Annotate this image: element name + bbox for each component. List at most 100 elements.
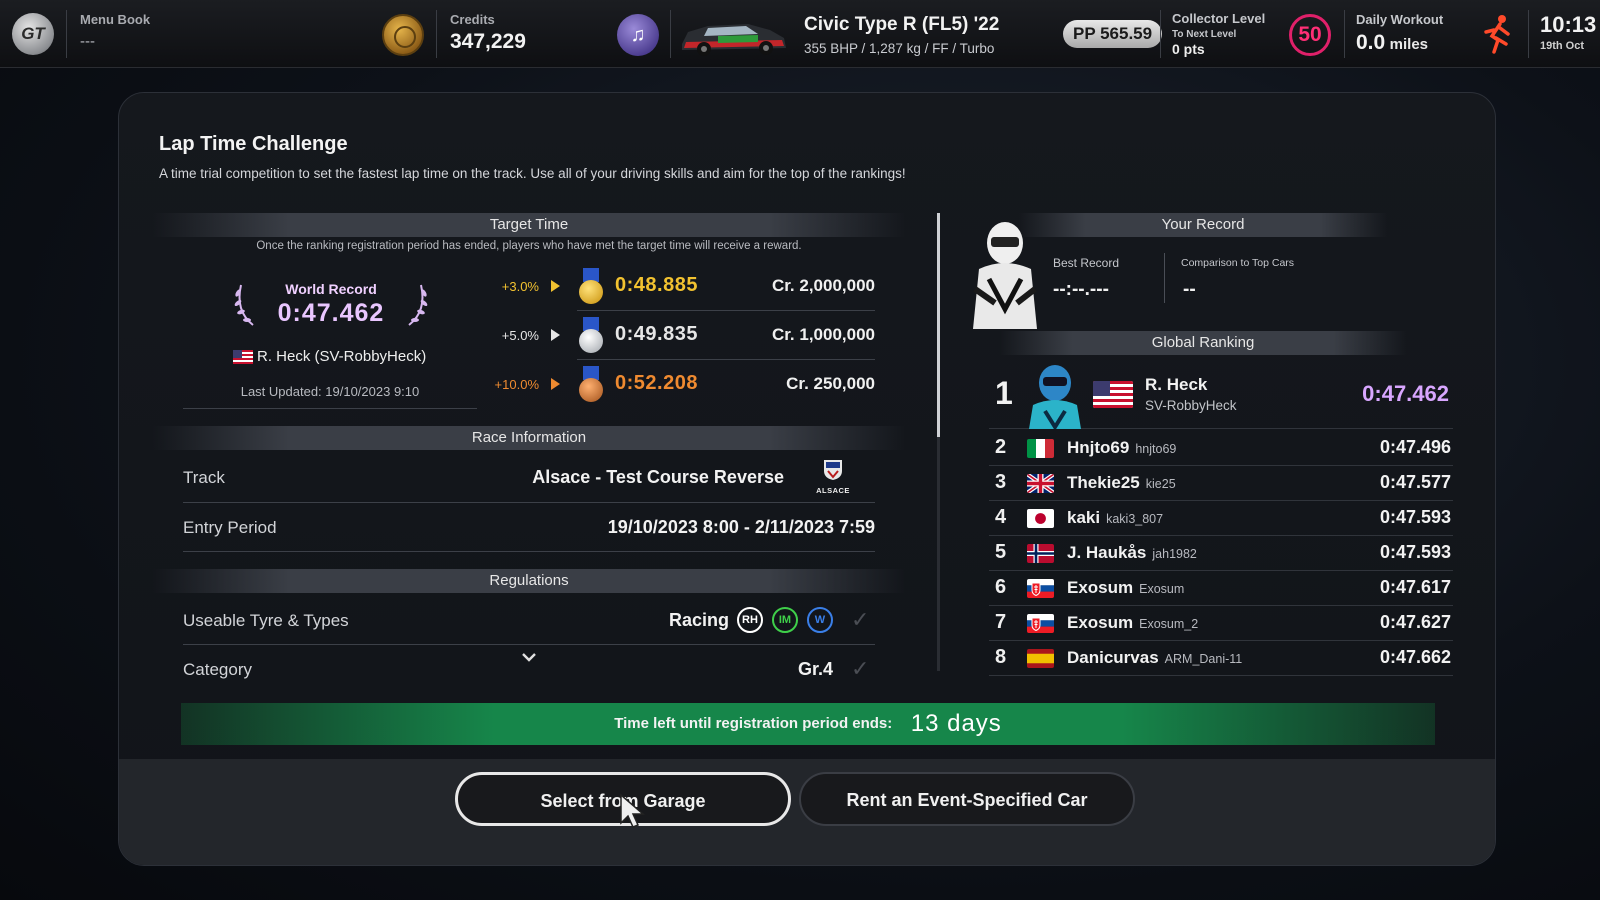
credits-label: Credits (450, 12, 495, 27)
music-icon[interactable]: ♫ (617, 14, 659, 56)
lap-time-challenge-panel: Lap Time Challenge A time trial competit… (118, 92, 1496, 866)
laurel-left-icon (234, 284, 254, 326)
comparison-value: -- (1183, 279, 1196, 300)
play-arrow-icon (551, 378, 560, 390)
flag-jp-icon (1027, 509, 1054, 528)
credits-value: 347,229 (450, 30, 526, 53)
ranking-row[interactable]: 4 kaki kaki3_807 0:47.593 (989, 501, 1453, 536)
tyre-value: Racing (668, 610, 729, 630)
ranking-row[interactable]: 6 Exosum Exosum 0:47.617 (989, 571, 1453, 606)
rank-id: kie25 (1145, 477, 1176, 491)
check-icon: ✓ (851, 607, 870, 632)
rank-time: 0:47.662 (1379, 647, 1451, 667)
flag-us-icon (1093, 381, 1133, 408)
target-time-note: Once the ranking registration period has… (256, 240, 802, 252)
collector-sub: To Next Level (1172, 29, 1237, 40)
divider (183, 408, 477, 409)
alsace-shield-icon (824, 460, 842, 480)
rank-position: 3 (995, 471, 1007, 493)
countdown-label: Time left until registration period ends… (614, 715, 893, 732)
runner-icon (1484, 15, 1510, 54)
regulations-heading: Regulations (153, 569, 905, 593)
countdown-value: 13 days (910, 710, 1002, 737)
flag-no-icon (1027, 544, 1054, 563)
rank-time: 0:47.496 (1379, 437, 1451, 457)
tier-reward: Cr. 2,000,000 (771, 276, 875, 295)
collector-level-badge: 50 (1289, 14, 1331, 56)
last-updated: Last Updated: 19/10/2023 9:10 (240, 384, 420, 399)
tyre-type-icons: RH IM W (737, 607, 833, 633)
ranking-row[interactable]: 8 Danicurvas ARM_Dani-11 0:47.662 (989, 641, 1453, 676)
car-name: Civic Type R (FL5) '22 (804, 14, 1000, 35)
rank-name: Hnjto69 (1067, 438, 1130, 457)
rank-player: Exosum Exosum_2 (1067, 613, 1198, 633)
comparison-label: Comparison to Top Cars (1181, 257, 1295, 269)
laurel-right-icon (408, 284, 428, 326)
rank-player: kaki kaki3_807 (1067, 508, 1163, 528)
scrollbar-thumb[interactable] (937, 213, 940, 437)
menu-book-widget[interactable]: Menu Book --- (80, 12, 150, 50)
gold-medal-icon (578, 268, 604, 306)
rank-player: Exosum Exosum (1067, 578, 1184, 598)
collector-label: Collector Level (1172, 11, 1266, 26)
ranking-row[interactable]: 2 Hnjto69 hnjto69 0:47.496 (989, 431, 1453, 466)
track-value: Alsace - Test Course Reverse (532, 467, 784, 487)
world-record-holder[interactable]: R. Heck (SV-RobbyHeck) (257, 348, 426, 365)
flag-es-icon (1027, 649, 1054, 668)
track-logo-text: ALSACE (816, 486, 850, 495)
best-record-label: Best Record (1053, 256, 1120, 270)
best-record-value: --:--.--- (1053, 279, 1109, 300)
daily-workout-widget[interactable]: Daily Workout 0.0 miles (1356, 12, 1443, 55)
tyre-rh-icon: RH (737, 607, 763, 633)
menu-book-value: --- (80, 33, 95, 50)
divider (577, 359, 875, 360)
race-info-heading: Race Information (153, 426, 905, 450)
tier-percent: +3.0% (501, 279, 539, 294)
collector-pts: 0 pts (1172, 41, 1205, 57)
flag-sk-icon (1027, 614, 1054, 633)
registration-countdown-banner: Time left until registration period ends… (181, 703, 1435, 745)
tier-reward: Cr. 1,000,000 (771, 325, 875, 344)
rank-name: Exosum (1067, 578, 1134, 597)
ranking-row[interactable]: 3 Thekie25 kie25 0:47.577 (989, 466, 1453, 501)
gt-logo-icon[interactable]: GT (12, 13, 54, 55)
ranking-row[interactable]: 7 Exosum Exosum_2 0:47.627 (989, 606, 1453, 641)
flag-it-icon (1027, 439, 1054, 458)
top-status-bar: GT Menu Book --- Credits 347,229 ♫ Civic… (0, 0, 1600, 68)
page-description: A time trial competition to set the fast… (159, 166, 906, 181)
rank-id: hnjto69 (1135, 442, 1177, 456)
silver-medal-icon (578, 317, 604, 355)
ranking-top-row[interactable]: 1 R. Heck SV-RobbyHeck 0:47.462 (989, 361, 1453, 429)
rank-time: 0:47.462 (1362, 381, 1449, 406)
driver-avatar (1029, 365, 1081, 429)
rank-position: 4 (995, 506, 1007, 528)
rank-player: Thekie25 kie25 (1067, 473, 1176, 493)
rank-time: 0:47.627 (1379, 612, 1451, 632)
ranking-row[interactable]: 5 J. Haukås jah1982 0:47.593 (989, 536, 1453, 571)
divider (1344, 10, 1345, 58)
collector-level-widget[interactable]: Collector Level To Next Level 0 pts (1172, 11, 1265, 57)
car-info[interactable]: Civic Type R (FL5) '22 355 BHP / 1,287 k… (804, 14, 999, 56)
play-arrow-icon (551, 329, 560, 341)
rent-event-car-button[interactable]: Rent an Event-Specified Car (799, 772, 1135, 826)
rank-name: R. Heck (1145, 375, 1208, 394)
play-arrow-icon (551, 280, 560, 292)
rank-position: 6 (995, 576, 1007, 598)
workout-value: 0.0 (1356, 31, 1386, 54)
rank-player: Hnjto69 hnjto69 (1067, 438, 1176, 458)
bronze-medal-icon (578, 366, 604, 404)
check-icon: ✓ (851, 656, 870, 681)
rank-name: Exosum (1067, 613, 1134, 632)
pp-badge: PP 565.59 (1063, 20, 1163, 48)
workout-label: Daily Workout (1356, 12, 1444, 27)
divider (577, 310, 875, 311)
divider (183, 551, 875, 552)
rank-name: J. Haukås (1067, 543, 1147, 562)
rank-position: 2 (995, 436, 1007, 458)
chevron-down-icon[interactable] (521, 651, 537, 663)
rank-name: Danicurvas (1067, 648, 1159, 667)
rank-position: 7 (995, 611, 1007, 633)
car-thumbnail[interactable] (678, 12, 790, 58)
divider (670, 10, 671, 58)
clock-date: 19th Oct (1540, 40, 1585, 52)
